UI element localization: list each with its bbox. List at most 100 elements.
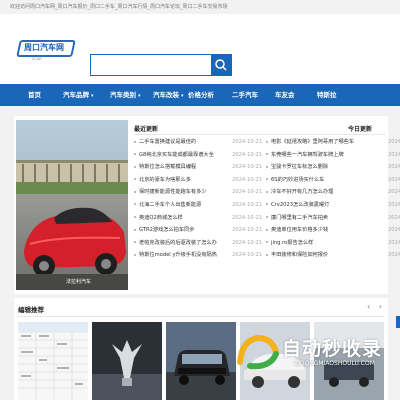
nav-item-car-club[interactable]: 车友会 bbox=[275, 84, 295, 106]
list-item[interactable]: 保时捷新能源性能跑车有多少 2024-10-21 bbox=[134, 186, 266, 199]
news-title-text: 东莞哪些一汽车辆驾驶车牌上牌 bbox=[271, 151, 344, 158]
news-title-text: 特斯拉model y升级手机没有隔热 bbox=[139, 252, 217, 259]
news-title-text: 二手车置换建议是最佳的 bbox=[139, 139, 197, 145]
news-date: 2024-10-21 bbox=[232, 252, 263, 259]
news-list-right: 电影《延禧攻略》里阿哥用了哪些车 2024-10-21 东莞哪些一汽车辆驾驶车牌上… bbox=[266, 136, 400, 262]
bullet-icon bbox=[134, 203, 136, 206]
news-title: 电影《延禧攻略》里阿哥用了哪些车 bbox=[266, 136, 354, 149]
site-header: 周口汽车网 ZCAR bbox=[0, 14, 400, 84]
side-float-tab[interactable] bbox=[396, 316, 400, 328]
hero-car-image[interactable]: 法拉利汽车 bbox=[16, 120, 128, 290]
section-divider bbox=[134, 134, 386, 135]
list-item[interactable]: 廉门哪里有二手汽车拍卖 2024-10-21 bbox=[266, 212, 400, 225]
news-title-text: 冷车不好开有几万怎么办理 bbox=[271, 189, 334, 196]
bullet-icon bbox=[266, 241, 268, 244]
bullet-icon bbox=[266, 216, 268, 219]
nav-item-modification[interactable]: 汽车改装 ▾ bbox=[153, 84, 184, 106]
nav-item-price-analysis[interactable]: 价格分析 bbox=[188, 84, 214, 106]
hood-ornament-thumbnail bbox=[92, 322, 162, 400]
news-title-text: 6S的巧妙进场买什么车 bbox=[271, 176, 325, 183]
news-title-text: Crv2023怎么改装黑曜灯 bbox=[271, 201, 330, 208]
list-item[interactable]: 丰田装修和保险如何报价 2024-10-21 bbox=[266, 249, 400, 262]
site-logo[interactable]: 周口汽车网 ZCAR bbox=[16, 40, 76, 64]
news-title-text: 奥迪Q2商城怎么样 bbox=[139, 214, 183, 221]
nav-item-label: 特斯拉 bbox=[317, 91, 337, 99]
list-item[interactable]: 特斯拉怎么搭载模具编程 2024-10-21 bbox=[134, 161, 266, 174]
list-item[interactable]: 电影《延禧攻略》里阿哥用了哪些车 2024-10-21 bbox=[266, 136, 400, 149]
list-item[interactable]: 北海二手车个人出售新能源 2024-10-21 bbox=[134, 199, 266, 212]
news-date: 2024-10-21 bbox=[232, 164, 263, 171]
nav-item-label: 汽车改装 bbox=[153, 91, 179, 99]
news-title: G8纯北京买车能成都最靠谱大全 bbox=[134, 149, 214, 162]
today-updates-title[interactable]: 今日更新 bbox=[348, 124, 372, 133]
news-date: 2024-10-21 bbox=[232, 227, 263, 234]
news-title: 保时捷新能源性能跑车有多少 bbox=[134, 186, 206, 199]
list-item[interactable]: 北京的豪车为啥那么多 2024-10-21 bbox=[134, 174, 266, 187]
bullet-icon bbox=[134, 165, 136, 168]
bullet-icon bbox=[266, 203, 268, 206]
news-title: 老帕克改装后的后驱改装了怎么办 bbox=[134, 237, 217, 250]
section-divider bbox=[18, 316, 384, 317]
list-item[interactable]: 6S的巧妙进场买什么车 2024-10-21 bbox=[266, 174, 400, 187]
bullet-icon bbox=[266, 165, 268, 168]
bullet-icon bbox=[266, 140, 268, 143]
news-title-text: 电影《延禧攻略》里阿哥用了哪些车 bbox=[271, 139, 355, 145]
news-title-text: 北京的豪车为啥那么多 bbox=[139, 176, 191, 183]
list-item[interactable]: Crv2023怎么改装黑曜灯 2024-10-21 bbox=[266, 199, 400, 212]
news-date: 2024-10-21 bbox=[232, 189, 263, 196]
list-item[interactable]: 宝骏卡罗拉车标怎么删除 2024-10-21 bbox=[266, 161, 400, 174]
news-title-text: 廉门哪里有二手汽车拍卖 bbox=[271, 214, 329, 221]
nav-item-tesla[interactable]: 特斯拉 bbox=[317, 84, 337, 106]
nav-item-brands[interactable]: 汽车品牌 ▾ bbox=[63, 84, 94, 106]
recommend-thumb-2[interactable] bbox=[92, 322, 162, 400]
red-sports-car-illustration bbox=[16, 120, 128, 290]
bullet-icon bbox=[134, 140, 136, 143]
nav-item-categories[interactable]: 汽车类别 ▾ bbox=[110, 84, 141, 106]
news-date: 2024-10-21 bbox=[388, 139, 400, 145]
news-title: 东莞哪些一汽车辆驾驶车牌上牌 bbox=[266, 149, 344, 162]
bullet-icon bbox=[266, 190, 268, 193]
list-item[interactable]: G8纯北京买车能成都最靠谱大全 2024-10-21 bbox=[134, 149, 266, 162]
list-item[interactable]: 冷车不好开有几万怎么办理 2024-10-21 bbox=[266, 186, 400, 199]
list-item[interactable]: 二手车置换建议是最佳的 2024-10-21 bbox=[134, 136, 266, 149]
bullet-icon bbox=[266, 253, 268, 256]
news-panel: 法拉利汽车 最近更新 今日更新 二手车置换建议是最佳的 2024-10-21 G8… bbox=[14, 116, 400, 294]
news-title: Crv2023怎么改装黑曜灯 bbox=[266, 199, 329, 212]
bullet-icon bbox=[134, 241, 136, 244]
chevron-down-icon: ▾ bbox=[138, 93, 141, 99]
list-item[interactable]: 老帕克改装后的后驱改装了怎么办 2024-10-21 bbox=[134, 237, 266, 250]
news-title: 廉门哪里有二手汽车拍卖 bbox=[266, 212, 328, 225]
list-item[interactable]: 东莞哪些一汽车辆驾驶车牌上牌 2024-10-21 bbox=[266, 149, 400, 162]
news-date: 2024-10-21 bbox=[232, 139, 263, 145]
news-date: 2024-10-21 bbox=[388, 201, 400, 208]
news-date: 2024-10-21 bbox=[388, 252, 400, 259]
news-title: 宝骏卡罗拉车标怎么删除 bbox=[266, 161, 328, 174]
search-box bbox=[90, 54, 232, 76]
news-date: 2024-10-21 bbox=[232, 176, 263, 183]
nav-item-label: 车友会 bbox=[275, 91, 295, 99]
news-title: 奥迪Q2商城怎么样 bbox=[134, 212, 183, 225]
spreadsheet-thumbnail bbox=[18, 322, 88, 400]
news-title: 冷车不好开有几万怎么办理 bbox=[266, 186, 333, 199]
news-title-text: 宝骏卡罗拉车标怎么删除 bbox=[271, 164, 329, 171]
recommend-thumb-3[interactable] bbox=[166, 322, 236, 400]
news-title-text: 保时捷新能源性能跑车有多少 bbox=[139, 189, 207, 196]
logo-subtext: ZCAR bbox=[32, 57, 42, 61]
chevron-right-icon[interactable]: › bbox=[379, 302, 382, 311]
nav-item-used-cars[interactable]: 二手汽车 bbox=[232, 84, 258, 106]
list-item[interactable]: 特斯拉model y升级手机没有隔热 2024-10-21 bbox=[134, 249, 266, 262]
list-item[interactable]: 奥迪单位用车价格多少钱 2024-10-21 bbox=[266, 224, 400, 237]
news-title: 6S的巧妙进场买什么车 bbox=[266, 174, 324, 187]
list-item[interactable]: jing.ro报告怎么样 2024-10-21 bbox=[266, 237, 400, 250]
list-item[interactable]: GTR2游戏怎么拍车同步 2024-10-21 bbox=[134, 224, 266, 237]
search-button[interactable] bbox=[211, 55, 231, 75]
chevron-left-icon[interactable]: ‹ bbox=[367, 302, 370, 311]
news-list-left: 二手车置换建议是最佳的 2024-10-21 G8纯北京买车能成都最靠谱大全 202… bbox=[134, 136, 266, 262]
chevron-down-icon: ▾ bbox=[181, 93, 184, 99]
news-title: 奥迪单位用车价格多少钱 bbox=[266, 224, 328, 237]
recommend-thumb-1[interactable] bbox=[18, 322, 88, 400]
list-item[interactable]: 奥迪Q2商城怎么样 2024-10-21 bbox=[134, 212, 266, 225]
search-input[interactable] bbox=[91, 55, 211, 75]
news-title-text: 北海二手车个人出售新能源 bbox=[139, 201, 202, 208]
nav-item-home[interactable]: 首页 bbox=[28, 84, 41, 106]
